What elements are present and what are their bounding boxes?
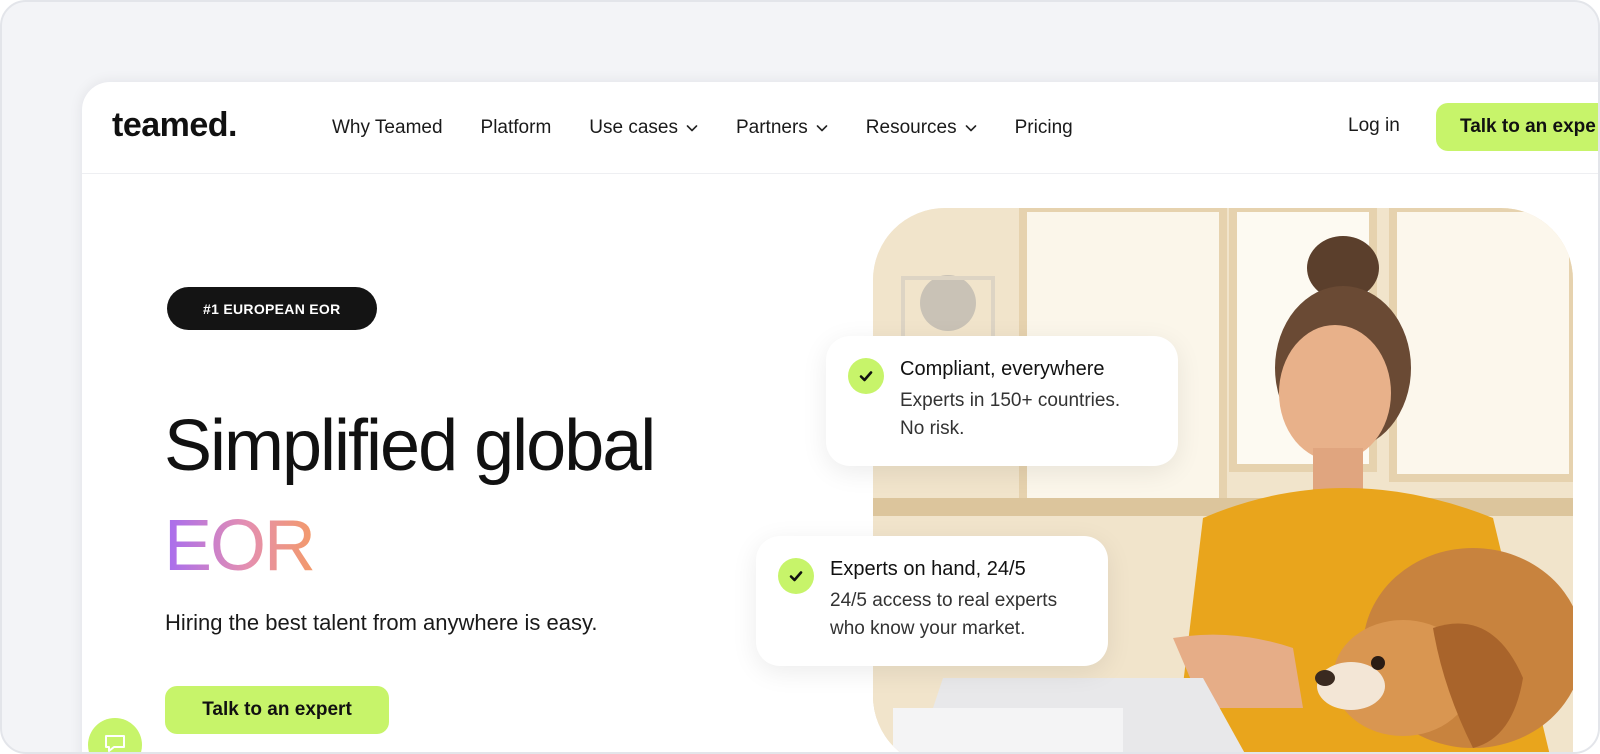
- nav-item-resources[interactable]: Resources: [866, 117, 977, 139]
- nav-item-platform[interactable]: Platform: [481, 117, 552, 139]
- nav-item-partners[interactable]: Partners: [736, 117, 828, 139]
- feature-card-experts: Experts on hand, 24/5 24/5 access to rea…: [756, 536, 1108, 666]
- browser-frame: teamed. Why Teamed Platform Use cases Pa…: [0, 0, 1600, 754]
- chevron-down-icon: [686, 122, 698, 134]
- chevron-down-icon: [816, 122, 828, 134]
- nav-item-label: Use cases: [589, 117, 678, 138]
- nav-item-pricing[interactable]: Pricing: [1015, 117, 1073, 139]
- nav-links: Why Teamed Platform Use cases Partners R…: [332, 82, 1111, 174]
- nav-item-label: Partners: [735, 117, 808, 138]
- hero-title-highlight: EOR: [164, 506, 316, 586]
- card-text: No risk.: [900, 418, 965, 439]
- hero-title: Simplified global: [164, 406, 656, 486]
- hero-badge: #1 EUROPEAN EOR: [167, 287, 377, 330]
- feature-card-compliant: Compliant, everywhere Experts in 150+ co…: [826, 336, 1178, 466]
- nav-item-label: Pricing: [1014, 117, 1073, 138]
- nav-item-label: Why Teamed: [332, 117, 443, 138]
- nav-item-label: Platform: [480, 117, 552, 138]
- hero-photo-illustration: [873, 208, 1573, 752]
- card-text: 24/5 access to real experts: [830, 590, 1058, 611]
- top-nav: teamed. Why Teamed Platform Use cases Pa…: [82, 82, 1598, 174]
- hero-image: [873, 208, 1573, 752]
- chat-widget-button[interactable]: [88, 718, 142, 753]
- card-title: Compliant, everywhere: [900, 358, 1105, 380]
- website: teamed. Why Teamed Platform Use cases Pa…: [82, 82, 1598, 753]
- card-text: who know your market.: [830, 618, 1026, 639]
- check-icon: [848, 358, 884, 394]
- talk-to-expert-nav-button[interactable]: Talk to an expe: [1436, 103, 1598, 151]
- check-icon: [778, 558, 814, 594]
- chat-icon: [102, 730, 128, 753]
- nav-item-use-cases[interactable]: Use cases: [589, 117, 698, 139]
- hero-subtitle: Hiring the best talent from anywhere is …: [165, 610, 598, 635]
- talk-to-expert-button[interactable]: Talk to an expert: [165, 686, 389, 734]
- nav-item-why-teamed[interactable]: Why Teamed: [332, 117, 443, 139]
- login-link[interactable]: Log in: [1348, 115, 1400, 137]
- nav-item-label: Resources: [865, 117, 957, 138]
- chevron-down-icon: [965, 122, 977, 134]
- card-text: Experts in 150+ countries.: [900, 390, 1121, 411]
- logo[interactable]: teamed.: [112, 106, 238, 145]
- card-title: Experts on hand, 24/5: [830, 558, 1026, 580]
